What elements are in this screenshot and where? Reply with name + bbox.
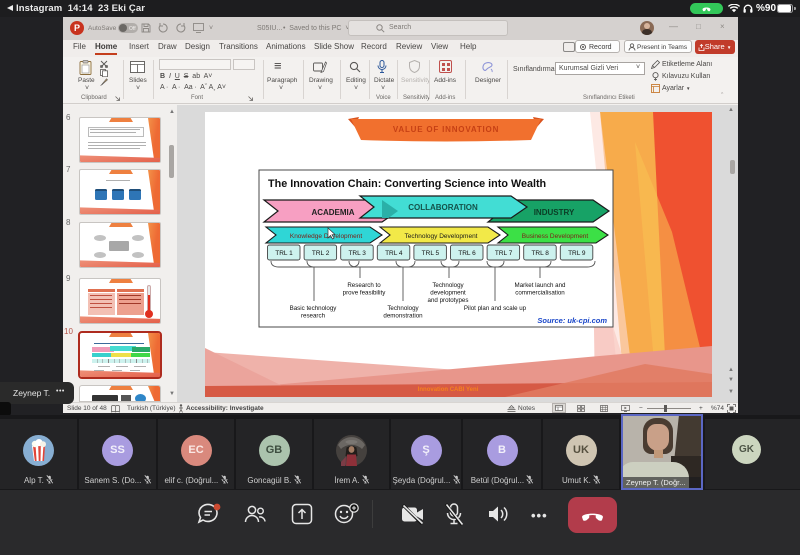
- svg-text:Source: uk-cpi.com: Source: uk-cpi.com: [537, 316, 607, 325]
- svg-text:TRL 7: TRL 7: [495, 250, 513, 257]
- svg-text:Research to: Research to: [347, 282, 381, 289]
- svg-text:TRL 1: TRL 1: [275, 250, 293, 257]
- svg-text:Business Development: Business Development: [522, 233, 589, 240]
- svg-text:Innovation CABI Yeni: Innovation CABI Yeni: [418, 387, 479, 393]
- svg-text:research: research: [301, 313, 326, 320]
- svg-text:COLLABORATION: COLLABORATION: [408, 203, 478, 212]
- svg-text:INDUSTRY: INDUSTRY: [534, 208, 575, 217]
- svg-text:TRL 5: TRL 5: [422, 250, 440, 257]
- svg-text:and prototypes: and prototypes: [428, 297, 469, 304]
- svg-text:commercialisation: commercialisation: [515, 290, 565, 297]
- svg-text:Pilot plan and scale up: Pilot plan and scale up: [464, 305, 527, 312]
- svg-text:The Innovation Chain: Converti: The Innovation Chain: Converting Science…: [268, 178, 546, 190]
- svg-text:TRL 4: TRL 4: [385, 250, 403, 257]
- svg-text:development: development: [430, 290, 466, 297]
- svg-text:demonstration: demonstration: [383, 313, 423, 320]
- svg-text:Technology: Technology: [387, 305, 419, 312]
- svg-text:Technology Development: Technology Development: [405, 233, 478, 240]
- svg-text:TRL 3: TRL 3: [348, 250, 366, 257]
- svg-text:ACADEMIA: ACADEMIA: [311, 208, 354, 217]
- svg-text:Knowledge Development: Knowledge Development: [290, 233, 362, 240]
- svg-text:Basic technology: Basic technology: [290, 305, 338, 312]
- svg-text:prove feasibility: prove feasibility: [343, 290, 387, 297]
- svg-text:Technology: Technology: [432, 282, 464, 289]
- svg-text:TRL 8: TRL 8: [531, 250, 549, 257]
- svg-text:VALUE OF INNOVATION: VALUE OF INNOVATION: [393, 125, 499, 134]
- svg-text:TRL 2: TRL 2: [312, 250, 330, 257]
- svg-text:TRL 6: TRL 6: [458, 250, 476, 257]
- svg-text:Market launch and: Market launch and: [515, 282, 566, 289]
- svg-text:TRL 9: TRL 9: [568, 250, 586, 257]
